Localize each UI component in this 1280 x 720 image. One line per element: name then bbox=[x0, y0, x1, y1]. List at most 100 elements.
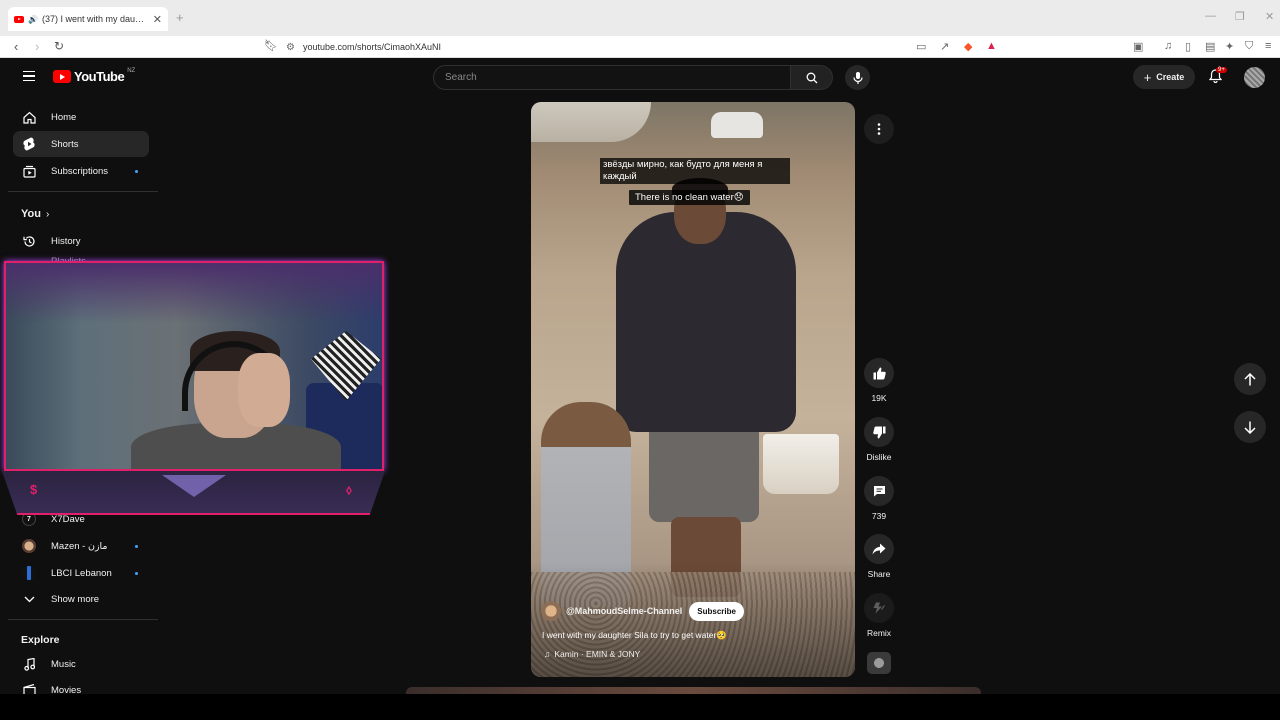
sidebar-item-subscriptions[interactable]: Subscriptions bbox=[13, 158, 149, 184]
you-section-header[interactable]: You › bbox=[21, 208, 49, 220]
create-button[interactable]: + Create bbox=[1133, 65, 1195, 89]
wallet-icon[interactable]: ▤ bbox=[1205, 40, 1215, 53]
new-content-dot bbox=[135, 571, 138, 575]
sidebar-item-shorts[interactable]: Shorts bbox=[13, 131, 149, 157]
country-code: NZ bbox=[127, 67, 136, 74]
search-icon bbox=[806, 72, 817, 83]
sidebar-item-movies[interactable]: Movies bbox=[13, 677, 149, 694]
menu-icon[interactable] bbox=[23, 71, 35, 81]
reload-icon[interactable]: ↻ bbox=[54, 39, 64, 53]
share-page-icon[interactable]: ↗ bbox=[940, 40, 949, 53]
search-button[interactable] bbox=[791, 65, 833, 90]
cast-icon[interactable]: ▭ bbox=[916, 40, 926, 53]
channel-handle[interactable]: @MahmoudSelme-Channel bbox=[566, 606, 682, 616]
remix-action: Remix bbox=[863, 593, 895, 638]
clapperboard-icon bbox=[22, 683, 36, 694]
share-action: Share bbox=[863, 534, 895, 579]
browser-tab-active[interactable]: 🔊 (37) I went with my daughter ✕ bbox=[8, 7, 168, 31]
sidebar-item-music[interactable]: Music bbox=[13, 651, 149, 677]
bookmark-icon[interactable]: 🔖︎ bbox=[264, 39, 278, 52]
music-track: Kamin · EMIN & JONY bbox=[554, 649, 641, 659]
account-avatar[interactable] bbox=[1244, 67, 1265, 88]
new-content-dot bbox=[135, 544, 138, 548]
tab-close-icon[interactable]: ✕ bbox=[153, 13, 162, 26]
home-icon bbox=[22, 110, 36, 124]
new-content-dot bbox=[135, 169, 138, 173]
sidebar-channel-lbci[interactable]: LBCI Lebanon bbox=[13, 560, 149, 586]
url-text: youtube.com/shorts/CimaohXAuNI bbox=[302, 42, 442, 52]
share-label: Share bbox=[867, 569, 891, 579]
webcam-frame bbox=[4, 261, 384, 471]
remix-button[interactable] bbox=[864, 593, 894, 623]
sidebar-toggle-icon[interactable]: ▯ bbox=[1185, 40, 1191, 53]
brave-shield-icon[interactable]: ◆ bbox=[964, 40, 972, 53]
browser-menu-icon[interactable]: ≡ bbox=[1265, 40, 1271, 52]
sidebar-divider bbox=[8, 191, 158, 192]
sound-thumbnail[interactable] bbox=[867, 652, 891, 674]
leo-ai-icon[interactable]: ✦ bbox=[1225, 40, 1234, 53]
youtube-logo[interactable]: YouTube NZ bbox=[53, 67, 136, 84]
youtube-favicon-icon bbox=[14, 15, 24, 23]
new-tab-icon[interactable]: + bbox=[176, 10, 184, 25]
subscriptions-icon bbox=[22, 164, 36, 178]
subscribe-button[interactable]: Subscribe bbox=[689, 601, 744, 621]
music-note-icon bbox=[22, 657, 36, 671]
explore-heading: Explore bbox=[21, 634, 60, 646]
previous-short-button[interactable] bbox=[1234, 363, 1266, 395]
like-count: 19K bbox=[871, 393, 887, 403]
thumbs-up-icon bbox=[873, 367, 886, 379]
sidebar-channel-mazen[interactable]: Mazen - مازن bbox=[13, 533, 149, 559]
media-icon[interactable]: ♫ bbox=[1164, 40, 1172, 52]
dislike-button[interactable] bbox=[864, 417, 894, 447]
dislike-label: Dislike bbox=[866, 452, 892, 462]
music-row[interactable]: ♫ Kamin · EMIN & JONY bbox=[544, 649, 640, 659]
create-label: Create bbox=[1156, 72, 1185, 82]
sidebar-item-home[interactable]: Home bbox=[13, 104, 149, 130]
you-heading: You bbox=[21, 208, 41, 220]
next-short-preview[interactable] bbox=[406, 687, 981, 694]
brave-rewards-icon[interactable]: ▲ bbox=[986, 40, 997, 52]
remix-icon bbox=[873, 602, 885, 614]
next-short-button[interactable] bbox=[1234, 411, 1266, 443]
minimize-icon[interactable]: — bbox=[1205, 10, 1216, 22]
share-button[interactable] bbox=[864, 534, 894, 564]
channel-name: LBCI Lebanon bbox=[51, 567, 112, 579]
remix-label: Remix bbox=[866, 628, 892, 638]
arrow-up-icon bbox=[1244, 372, 1256, 385]
extensions-icon[interactable]: ▣ bbox=[1133, 40, 1143, 53]
chevron-down-icon bbox=[22, 592, 36, 606]
speaker-icon[interactable]: 🔊 bbox=[28, 15, 38, 24]
maximize-icon[interactable]: ❐ bbox=[1235, 10, 1245, 23]
show-more-button[interactable]: Show more bbox=[13, 586, 149, 612]
channel-avatar[interactable] bbox=[541, 601, 561, 621]
caption-english: There is no clean water😞 bbox=[629, 190, 750, 205]
more-options-button[interactable] bbox=[864, 114, 894, 144]
site-settings-icon[interactable]: ⚙ bbox=[286, 42, 295, 53]
thumbs-down-icon bbox=[872, 426, 885, 438]
channel-avatar bbox=[22, 539, 36, 553]
video-tent bbox=[531, 102, 651, 142]
forward-icon[interactable]: › bbox=[35, 39, 39, 54]
shorts-video-player[interactable]: звёзды мирно, как будто для меня я кажды… bbox=[531, 102, 855, 677]
comment-count: 739 bbox=[871, 511, 887, 521]
short-title[interactable]: I went with my daughter Sila to try to g… bbox=[542, 630, 727, 641]
comments-button[interactable] bbox=[864, 476, 894, 506]
voice-search-button[interactable] bbox=[845, 65, 870, 90]
video-man-hoodie bbox=[616, 212, 796, 432]
window-close-icon[interactable]: ✕ bbox=[1265, 10, 1274, 23]
music-note-icon: ♫ bbox=[544, 649, 551, 659]
notification-badge: 9+ bbox=[1216, 67, 1227, 73]
browser-tab-bar: 🔊 (37) I went with my daughter ✕ + — ❐ ✕ bbox=[0, 0, 1280, 36]
address-bar: ‹ › ↻ 🔖︎ ⚙ youtube.com/shorts/CimaohXAuN… bbox=[0, 36, 1280, 58]
sidebar-divider bbox=[8, 619, 158, 620]
search-input[interactable]: Search bbox=[433, 65, 791, 90]
url-field[interactable]: ⚙ youtube.com/shorts/CimaohXAuNI bbox=[286, 38, 1006, 56]
webcam-overlay: $ ⬨ bbox=[2, 261, 385, 515]
logo-text: YouTube bbox=[74, 69, 125, 84]
channel-row: @MahmoudSelme-Channel Subscribe bbox=[541, 601, 744, 621]
like-button[interactable] bbox=[864, 358, 894, 388]
vpn-icon[interactable]: ⛉ bbox=[1245, 40, 1253, 53]
back-icon[interactable]: ‹ bbox=[14, 39, 18, 54]
sidebar-item-history[interactable]: History bbox=[13, 228, 149, 254]
sidebar-item-label: Movies bbox=[51, 684, 82, 695]
